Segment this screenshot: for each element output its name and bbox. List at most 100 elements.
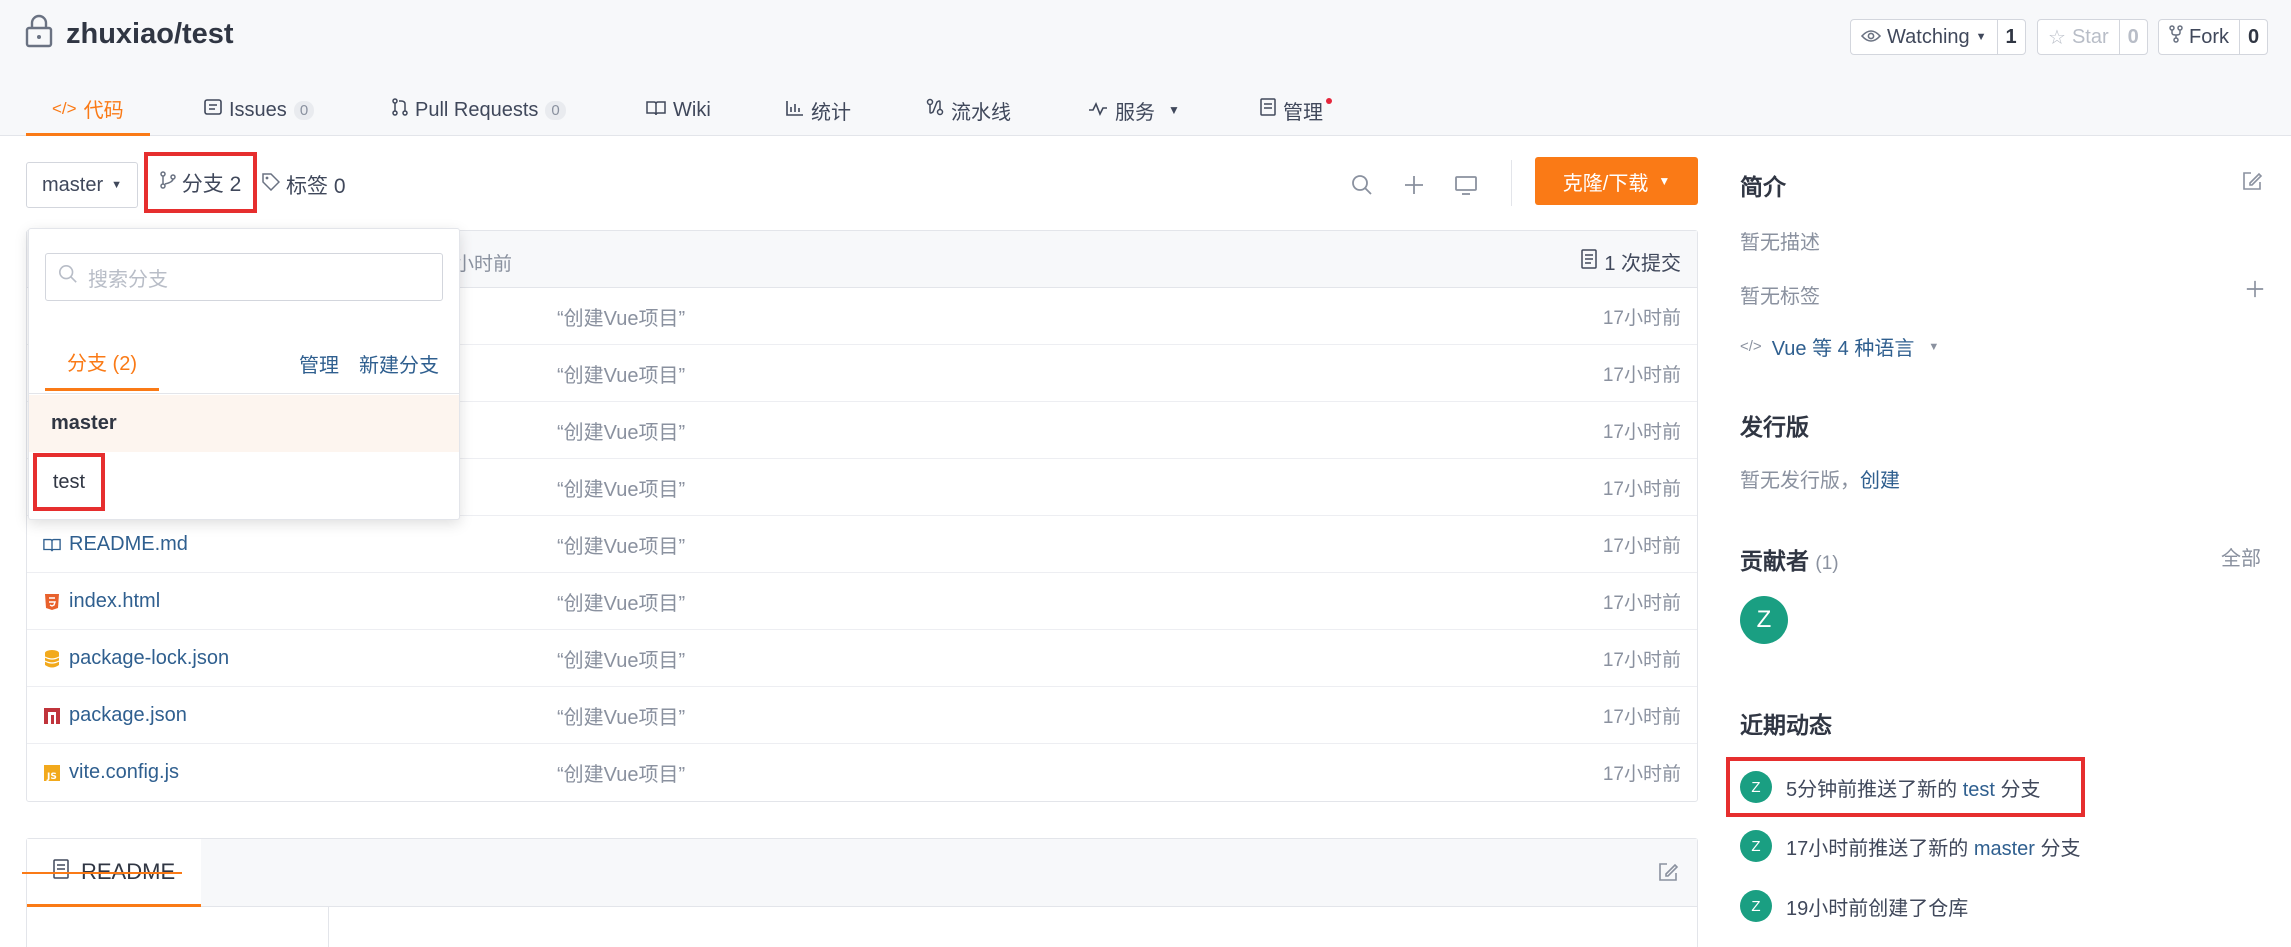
- file-link[interactable]: index.html: [43, 573, 160, 630]
- tab-services[interactable]: 服务 ▼: [1088, 84, 1180, 136]
- commit-message[interactable]: “创建Vue项目”: [557, 630, 685, 687]
- table-row[interactable]: package-lock.json “创建Vue项目” 17小时前: [27, 630, 1697, 687]
- current-branch: master: [41, 173, 104, 196]
- tags-link[interactable]: 标签 0: [262, 162, 346, 208]
- eye-icon: [1860, 26, 1882, 49]
- commit-message[interactable]: “创建Vue项目”: [557, 687, 685, 744]
- repo-header: zhuxiao/test Watching ▼ 1 ☆ Star 0 Fork 0 …: [0, 0, 2291, 136]
- commit-message[interactable]: “创建Vue项目”: [557, 345, 685, 402]
- database-icon: [43, 649, 61, 669]
- file-link[interactable]: JS vite.config.js: [43, 744, 179, 801]
- file-link[interactable]: package.json: [43, 687, 187, 744]
- readme-header: README: [27, 839, 1697, 907]
- html5-icon: [43, 592, 61, 612]
- branch-link[interactable]: master: [1974, 838, 2035, 860]
- fork-button[interactable]: Fork 0: [2158, 19, 2269, 55]
- branch-dropdown: 搜索分支 分支 (2) 管理 新建分支 master test: [28, 228, 460, 520]
- tab-branches[interactable]: 分支 (2): [45, 335, 159, 391]
- clone-download-button[interactable]: 克隆/下载 ▼: [1535, 157, 1698, 205]
- tab-stats-label: 统计: [811, 101, 851, 124]
- star-button[interactable]: ☆ Star 0: [2037, 19, 2148, 55]
- tab-wiki[interactable]: Wiki: [646, 84, 711, 136]
- file-link[interactable]: package-lock.json: [43, 630, 229, 687]
- create-release-link[interactable]: 创建: [1860, 470, 1900, 492]
- tab-code[interactable]: </> 代码: [26, 84, 150, 136]
- branch-selector[interactable]: master ▼: [26, 162, 138, 208]
- all-contributors-link[interactable]: 全部: [2221, 542, 2261, 571]
- commit-count: 1 次提交: [1604, 253, 1681, 275]
- manage-branches-link[interactable]: 管理: [299, 335, 339, 391]
- branch-item-master[interactable]: master: [29, 395, 459, 452]
- languages-label: Vue 等 4 种语言: [1771, 338, 1915, 360]
- branch-search-input[interactable]: 搜索分支: [45, 253, 443, 301]
- svg-text:JS: JS: [46, 772, 57, 782]
- npm-icon: [43, 706, 61, 726]
- tab-pipeline[interactable]: 流水线: [926, 84, 1011, 136]
- caret-down-icon: ▼: [1975, 31, 1987, 43]
- commit-message[interactable]: “创建Vue项目”: [557, 516, 685, 573]
- commit-message[interactable]: “创建Vue项目”: [557, 744, 685, 801]
- tab-stats[interactable]: 统计: [786, 84, 851, 136]
- commit-time: 17小时前: [1602, 764, 1681, 785]
- commit-count-link[interactable]: 1 次提交: [1581, 247, 1681, 276]
- avatar[interactable]: Z: [1740, 890, 1772, 922]
- branches-link[interactable]: 分支 2: [144, 152, 257, 213]
- tags-label: 标签 0: [286, 175, 346, 198]
- add-tag-icon[interactable]: [2245, 279, 2265, 305]
- table-row[interactable]: package.json “创建Vue项目” 17小时前: [27, 687, 1697, 744]
- clone-label: 克隆/下载: [1562, 172, 1649, 195]
- commit-time: 17小时前: [1602, 650, 1681, 671]
- tab-pull-requests[interactable]: Pull Requests 0: [392, 84, 566, 136]
- commit-message[interactable]: “创建Vue项目”: [557, 573, 685, 630]
- new-branch-link[interactable]: 新建分支: [359, 335, 439, 391]
- activity-text: 19小时前创建了仓库: [1786, 897, 1969, 920]
- caret-down-icon: ▼: [111, 179, 122, 191]
- contributors-title: 贡献者: [1740, 548, 1809, 574]
- edit-icon[interactable]: [1657, 861, 1679, 889]
- web-ide-icon[interactable]: [1448, 167, 1484, 203]
- tab-manage-label: 管理: [1283, 101, 1323, 124]
- commit-time: 17小时前: [1602, 479, 1681, 500]
- no-description: 暂无描述: [1740, 232, 1820, 254]
- pipeline-icon: [926, 98, 944, 122]
- edit-icon[interactable]: [2241, 170, 2263, 198]
- no-release: 暂无发行版，: [1740, 470, 1860, 492]
- search-icon[interactable]: [1344, 167, 1380, 203]
- commit-message[interactable]: “创建Vue项目”: [557, 288, 685, 345]
- tab-code-label: 代码: [83, 100, 124, 122]
- table-row[interactable]: JS vite.config.js “创建Vue项目” 17小时前: [27, 744, 1697, 801]
- tab-wiki-label: Wiki: [673, 98, 711, 121]
- tab-manage[interactable]: 管理: [1260, 84, 1332, 136]
- tab-issues[interactable]: Issues 0: [204, 84, 315, 136]
- star-count: 0: [2118, 20, 2147, 54]
- contributors-heading: 贡献者 (1): [1740, 542, 1839, 576]
- table-row[interactable]: index.html “创建Vue项目” 17小时前: [27, 573, 1697, 630]
- languages-link[interactable]: </> Vue 等 4 种语言 ▼: [1740, 332, 1939, 361]
- avatar[interactable]: Z: [1740, 596, 1788, 644]
- fork-icon: [2169, 25, 2183, 49]
- javascript-icon: JS: [43, 763, 61, 783]
- watch-button[interactable]: Watching ▼ 1: [1850, 19, 2026, 55]
- divider: [29, 393, 459, 394]
- caret-down-icon: ▼: [1658, 174, 1671, 188]
- branch-search-placeholder: 搜索分支: [88, 268, 168, 291]
- caret-down-icon: ▼: [1928, 340, 1940, 353]
- file-name: index.html: [69, 590, 161, 612]
- toolbar-divider: [1511, 160, 1512, 206]
- repo-name[interactable]: zhuxiao/test: [66, 18, 234, 51]
- file-link[interactable]: README.md: [43, 516, 188, 573]
- commit-time: 17小时前: [1602, 422, 1681, 443]
- fork-count: 0: [2239, 20, 2267, 54]
- commit-message[interactable]: “创建Vue项目”: [557, 402, 685, 459]
- avatar[interactable]: Z: [1740, 830, 1772, 862]
- add-file-icon[interactable]: [1396, 167, 1432, 203]
- activity-suffix: 分支: [2040, 837, 2081, 860]
- star-label: Star: [2071, 25, 2109, 48]
- commit-message[interactable]: “创建Vue项目”: [557, 459, 685, 516]
- table-row[interactable]: README.md “创建Vue项目” 17小时前: [27, 516, 1697, 573]
- branch-item-test[interactable]: test: [33, 453, 105, 511]
- readme-book-icon: [43, 535, 61, 555]
- file-name: vite.config.js: [69, 761, 180, 783]
- document-icon: [1260, 98, 1276, 122]
- activity-item: Z 17小时前推送了新的 master 分支: [1740, 826, 2081, 866]
